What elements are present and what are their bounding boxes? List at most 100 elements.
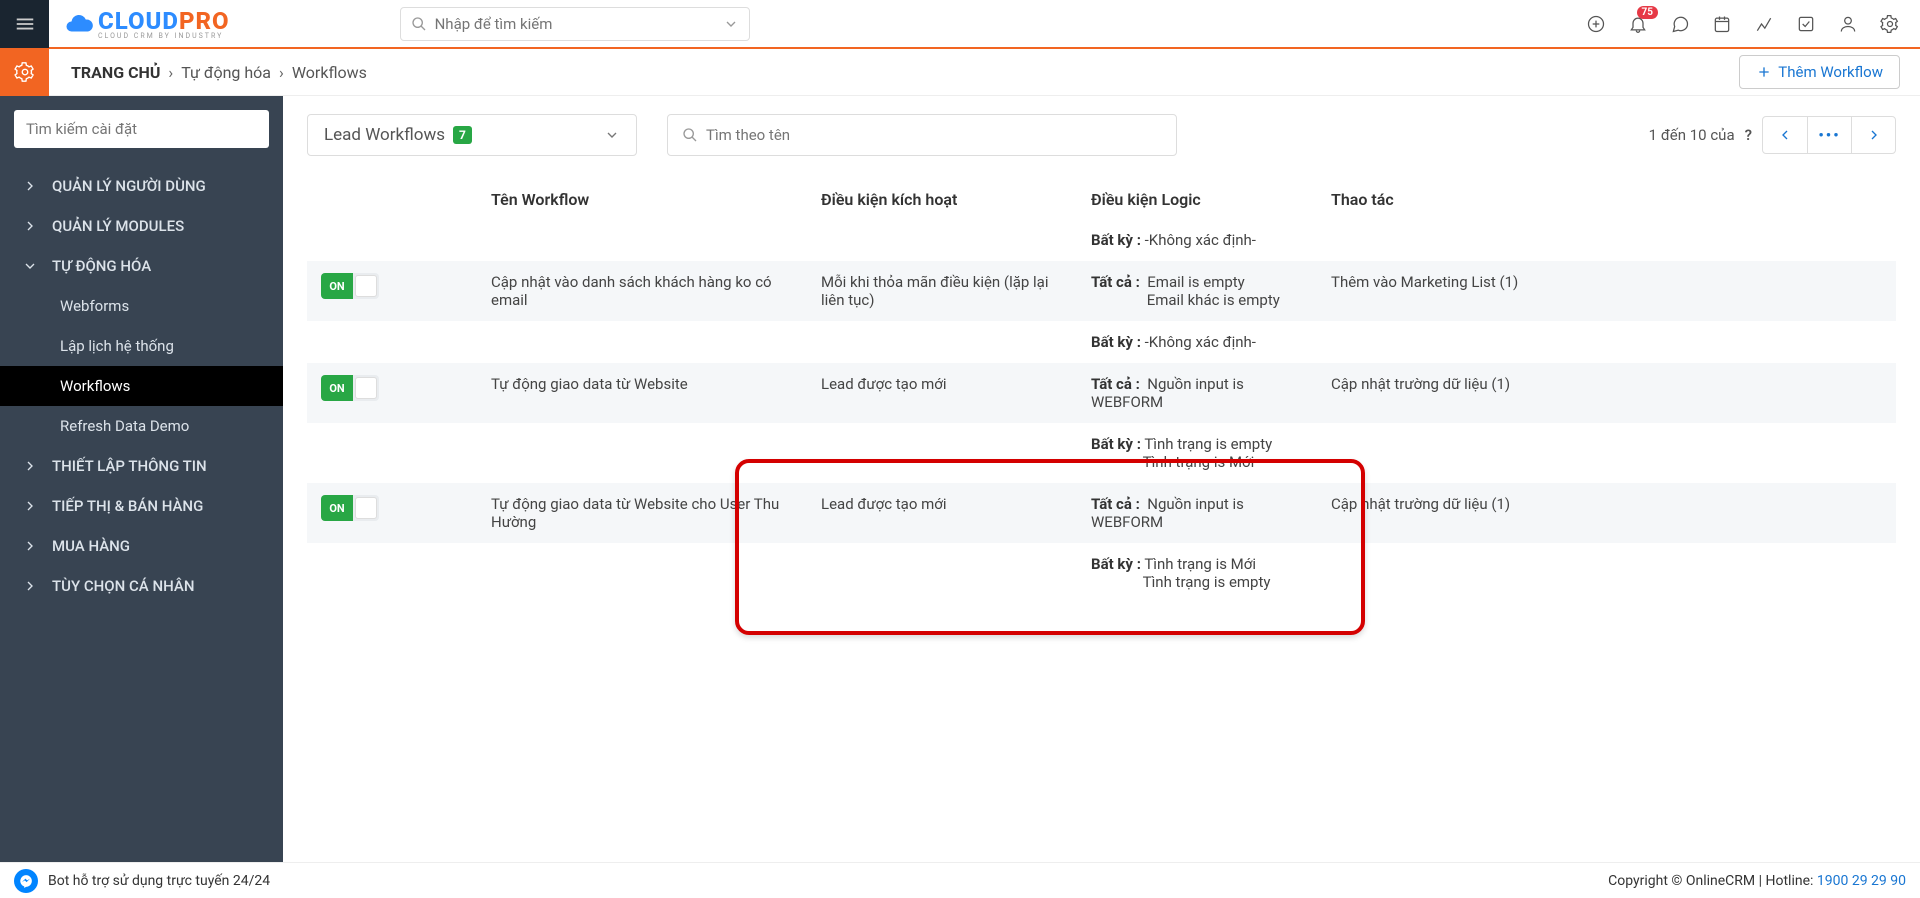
cell-action [1317,219,1896,261]
sidebar-section[interactable]: THIẾT LẬP THÔNG TIN [0,446,283,486]
main-content: Lead Workflows 7 1 đến 10 của ? ••• [283,96,1920,862]
cell-action [1317,321,1896,363]
cell-trigger: Lead được tạo mới [807,483,1077,543]
status-toggle[interactable]: ON [321,495,379,521]
cell-logic: Tất cả : Nguồn input is WEBFORM [1077,483,1317,543]
module-filter-dropdown[interactable]: Lead Workflows 7 [307,114,637,156]
sidebar-item[interactable]: Refresh Data Demo [0,406,283,446]
sidebar-search-input[interactable] [14,110,269,148]
top-header: CLOUDPRO CLOUD CRM BY INDUSTRY 75 [0,0,1920,49]
search-icon [682,127,698,143]
cell-name [477,423,807,483]
col-trigger: Điều kiện kích hoạt [807,180,1077,219]
cell-name [477,219,807,261]
name-search[interactable] [667,114,1177,156]
breadcrumb-bar: TRANG CHỦ › Tự động hóa › Workflows Thêm… [0,49,1920,96]
breadcrumb-sep: › [168,63,173,82]
global-search-wrap [400,7,750,41]
top-icon-bar: 75 [1586,14,1920,34]
hamburger-menu[interactable] [0,0,49,48]
sidebar-section[interactable]: QUẢN LÝ MODULES [0,206,283,246]
bell-icon[interactable]: 75 [1628,14,1648,34]
cell-action [1317,543,1896,603]
sidebar-section[interactable]: TÙY CHỌN CÁ NHÂN [0,566,283,606]
add-workflow-button[interactable]: Thêm Workflow [1739,55,1900,89]
table-row[interactable]: ON Tự động giao data từ WebsiteLead được … [307,363,1896,423]
sidebar-section[interactable]: MUA HÀNG [0,526,283,566]
breadcrumb-sep: › [279,63,284,82]
cell-action [1317,423,1896,483]
cell-trigger [807,423,1077,483]
breadcrumb-home[interactable]: TRANG CHỦ [71,63,160,82]
cell-logic: Bất kỳ : -Không xác định- [1077,321,1317,363]
breadcrumb-l1[interactable]: Tự động hóa [181,63,271,82]
logo[interactable]: CLOUDPRO CLOUD CRM BY INDUSTRY [64,7,230,40]
cell-name [477,321,807,363]
pager-more[interactable]: ••• [1807,117,1851,153]
cell-name: Tự động giao data từ Website cho User Th… [477,483,807,543]
name-search-input[interactable] [706,126,1162,144]
breadcrumb: TRANG CHỦ › Tự động hóa › Workflows [71,63,367,82]
workflow-table: Tên Workflow Điều kiện kích hoạt Điều ki… [307,180,1896,603]
chat-icon[interactable] [1670,14,1690,34]
settings-gear-box[interactable] [0,49,49,96]
cell-logic: Bất kỳ : Tình trạng is MớiBất kỳ : Tình … [1077,543,1317,603]
gear-icon [14,61,36,83]
dropdown-label: Lead Workflows [324,125,445,145]
messenger-icon[interactable] [14,869,38,893]
pager-total[interactable]: ? [1745,126,1752,144]
cell-name: Tự động giao data từ Website [477,363,807,423]
chart-icon[interactable] [1754,14,1774,34]
cell-name [477,543,807,603]
col-logic: Điều kiện Logic [1077,180,1317,219]
chevron-down-icon[interactable] [723,16,739,32]
footer: Bot hỗ trợ sử dụng trực tuyến 24/24 Copy… [0,862,1920,898]
calendar-icon[interactable] [1712,14,1732,34]
search-icon [411,16,427,32]
cell-logic: Bất kỳ : Tình trạng is emptyBất kỳ : Tìn… [1077,423,1317,483]
cell-logic: Tất cả : Nguồn input is WEBFORM [1077,363,1317,423]
cell-action: Cập nhật trường dữ liệu (1) [1317,483,1896,543]
table-row[interactable]: Bất kỳ : -Không xác định- [307,219,1896,261]
table-row[interactable]: Bất kỳ : Tình trạng is MớiBất kỳ : Tình … [307,543,1896,603]
table-row[interactable]: Bất kỳ : -Không xác định- [307,321,1896,363]
sidebar-item[interactable]: Webforms [0,286,283,326]
cell-logic: Tất cả : Email is emptyTất cả : Email kh… [1077,261,1317,321]
cell-action: Cập nhật trường dữ liệu (1) [1317,363,1896,423]
dropdown-count: 7 [453,126,472,144]
settings-icon[interactable] [1880,14,1900,34]
global-search-input[interactable] [435,15,723,33]
cell-trigger [807,219,1077,261]
status-toggle[interactable]: ON [321,273,379,299]
check-icon[interactable] [1796,14,1816,34]
user-icon[interactable] [1838,14,1858,34]
chevron-down-icon [604,127,620,143]
pager-range: 1 đến 10 của [1649,126,1735,144]
pager-next[interactable] [1851,117,1895,153]
footer-hotline[interactable]: 1900 29 29 90 [1817,873,1906,889]
sidebar-section[interactable]: TIẾP THỊ & BÁN HÀNG [0,486,283,526]
pager-prev[interactable] [1763,117,1807,153]
plus-icon [1756,64,1772,80]
cell-trigger [807,543,1077,603]
pagination: 1 đến 10 của ? ••• [1649,116,1896,154]
cell-trigger: Lead được tạo mới [807,363,1077,423]
sidebar-item[interactable]: Lập lịch hệ thống [0,326,283,366]
sidebar-section[interactable]: TỰ ĐỘNG HÓA [0,246,283,286]
footer-bot-text: Bot hỗ trợ sử dụng trực tuyến 24/24 [48,873,270,889]
table-row[interactable]: Bất kỳ : Tình trạng is emptyBất kỳ : Tìn… [307,423,1896,483]
status-toggle[interactable]: ON [321,375,379,401]
cell-trigger [807,321,1077,363]
sidebar-section[interactable]: QUẢN LÝ NGƯỜI DÙNG [0,166,283,206]
add-icon[interactable] [1586,14,1606,34]
col-name: Tên Workflow [477,180,807,219]
cloud-icon [64,9,94,39]
breadcrumb-l2[interactable]: Workflows [292,63,367,82]
sidebar-item[interactable]: Workflows [0,366,283,406]
settings-sidebar: QUẢN LÝ NGƯỜI DÙNGQUẢN LÝ MODULESTỰ ĐỘNG… [0,96,283,862]
global-search[interactable] [400,7,750,41]
cell-name: Cập nhật vào danh sách khách hàng ko có … [477,261,807,321]
table-row[interactable]: ON Tự động giao data từ Website cho User … [307,483,1896,543]
workflow-toolbar: Lead Workflows 7 1 đến 10 của ? ••• [307,114,1896,156]
table-row[interactable]: ON Cập nhật vào danh sách khách hàng ko c… [307,261,1896,321]
